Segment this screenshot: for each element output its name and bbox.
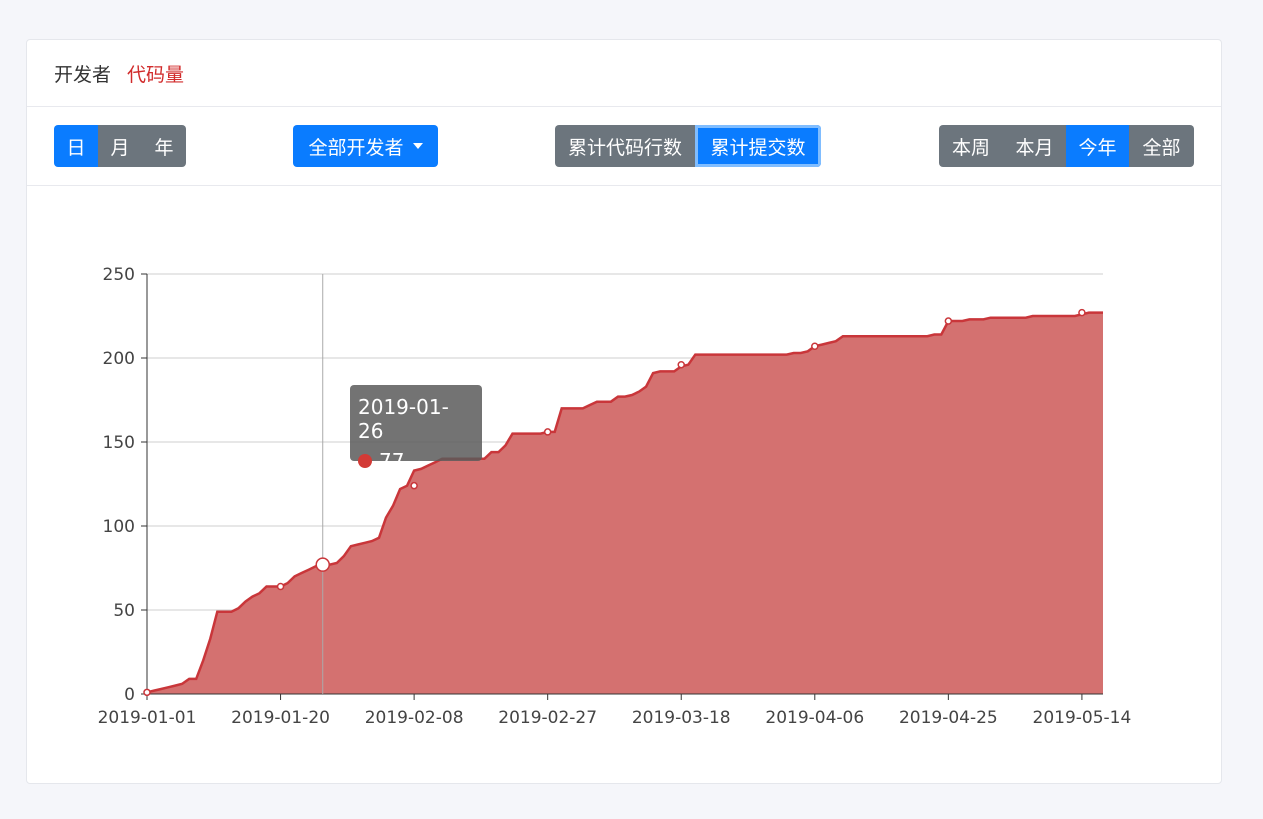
data-point-marker <box>1078 308 1086 317</box>
granularity-day-button[interactable]: 日 <box>54 125 98 167</box>
y-tick-label: 50 <box>113 601 135 621</box>
data-point-marker <box>944 317 953 325</box>
tab-developers[interactable]: 开发者 <box>54 60 111 87</box>
x-tick-label: 2019-03-18 <box>632 708 731 728</box>
metric-commits-button[interactable]: 累计提交数 <box>695 125 821 167</box>
data-point-marker <box>543 428 552 436</box>
metric-lines-button[interactable]: 累计代码行数 <box>555 125 695 167</box>
granularity-year-button[interactable]: 年 <box>142 125 186 167</box>
x-tick-label: 2019-01-20 <box>231 708 330 728</box>
tab-code-volume[interactable]: 代码量 <box>127 60 184 87</box>
toolbar: 日 月 年 全部开发者 累计代码行数 累计提交数 本周 本月 今年 全部 <box>27 107 1221 186</box>
x-tick-label: 2019-04-25 <box>899 708 998 728</box>
x-tick-label: 2019-04-06 <box>765 708 864 728</box>
x-tick-label: 2019-02-08 <box>365 708 464 728</box>
metric-group: 累计代码行数 累计提交数 <box>555 125 821 167</box>
developer-dropdown-label: 全部开发者 <box>308 136 404 159</box>
y-tick-label: 100 <box>103 517 135 537</box>
code-stats-card: 开发者 代码量 日 月 年 全部开发者 累计代码行数 累计提交数 本周 本月 今… <box>26 39 1222 784</box>
granularity-month-button[interactable]: 月 <box>98 125 142 167</box>
card-header: 开发者 代码量 <box>27 40 1221 107</box>
tooltip-value: 77 <box>379 449 405 473</box>
granularity-group: 日 月 年 <box>54 125 186 167</box>
range-year-button[interactable]: 今年 <box>1066 125 1129 167</box>
data-point-marker <box>410 481 418 490</box>
range-group: 本周 本月 今年 全部 <box>939 125 1194 167</box>
highlighted-point <box>315 557 330 572</box>
range-month-button[interactable]: 本月 <box>1003 125 1066 167</box>
cumulative-commits-chart[interactable]: 0 50 100 150 200 250 2019-01-01 2019-01-20 2019-… <box>27 184 1223 784</box>
y-tick-label: 200 <box>103 349 135 369</box>
data-point-marker <box>143 688 151 697</box>
range-week-button[interactable]: 本周 <box>939 125 1003 167</box>
series-dot-icon <box>358 454 372 468</box>
developer-dropdown-button[interactable]: 全部开发者 <box>293 125 438 167</box>
y-tick-label: 0 <box>124 685 135 705</box>
range-all-button[interactable]: 全部 <box>1129 125 1194 167</box>
data-point-marker <box>677 360 685 369</box>
y-tick-label: 150 <box>103 433 135 453</box>
data-point-marker <box>811 342 819 350</box>
chart-tooltip: 2019-01-26 77 <box>350 385 482 473</box>
x-tick-label: 2019-05-14 <box>1033 708 1132 728</box>
tooltip-date: 2019-01-26 <box>358 395 449 443</box>
developer-dropdown[interactable]: 全部开发者 <box>293 125 438 167</box>
x-tick-label: 2019-01-01 <box>98 708 197 728</box>
series-area <box>147 312 1103 694</box>
y-tick-label: 250 <box>103 265 135 285</box>
caret-down-icon <box>412 143 423 149</box>
x-tick-label: 2019-02-27 <box>498 708 597 728</box>
data-point-marker <box>276 582 285 591</box>
